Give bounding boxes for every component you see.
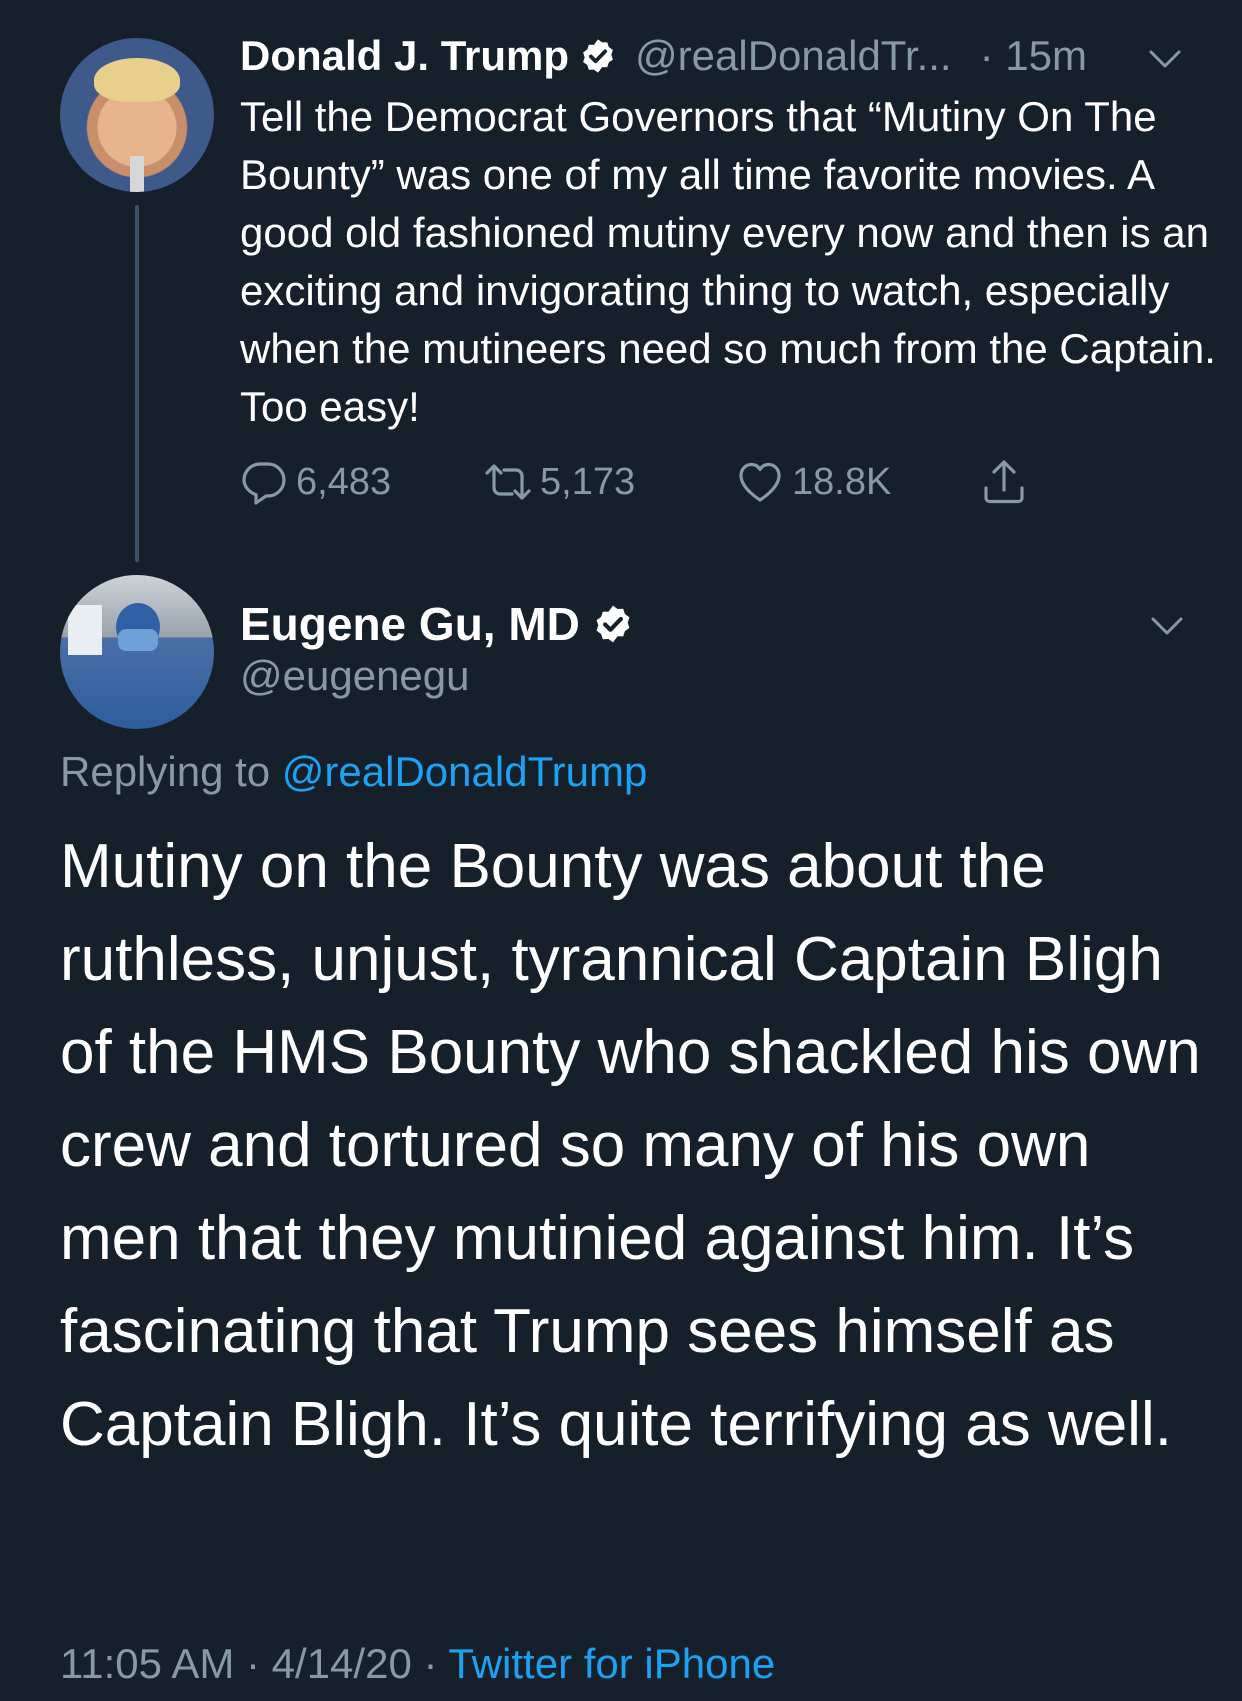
replying-to-label: Replying to — [60, 748, 282, 795]
verified-badge-icon — [583, 39, 613, 73]
avatar-trump[interactable] — [60, 38, 214, 192]
share-icon — [984, 460, 1024, 504]
tweet-date: 4/14/20 — [271, 1640, 412, 1687]
parent-handle[interactable]: @realDonaldTr... — [635, 32, 952, 80]
like-count: 18.8K — [792, 460, 892, 503]
chevron-down-icon[interactable] — [1150, 615, 1184, 637]
retweet-button[interactable]: 5,173 — [484, 456, 635, 508]
meta-separator: · — [234, 1640, 272, 1687]
parent-timestamp[interactable]: · 15m — [980, 32, 1087, 80]
reply-tweet-text: Mutiny on the Bounty was about the ruthl… — [60, 832, 1201, 1459]
reply-button[interactable]: 6,483 — [240, 456, 391, 508]
avatar-background-panel — [68, 605, 102, 655]
parent-tweet-text: Tell the Democrat Governors that “Mutiny… — [240, 93, 1216, 430]
like-button[interactable]: 18.8K — [736, 456, 891, 508]
reply-display-name[interactable]: Eugene Gu, MD — [240, 597, 580, 651]
meta-separator: · — [411, 1640, 449, 1687]
reply-handle[interactable]: @eugenegu — [240, 652, 470, 700]
avatar-surgical-mask — [118, 629, 158, 651]
avatar-eugene-gu[interactable] — [60, 575, 214, 729]
thread-connector-line — [135, 205, 139, 562]
tweet-source-link[interactable]: Twitter for iPhone — [448, 1640, 775, 1687]
chevron-down-icon[interactable] — [1148, 48, 1182, 70]
reply-icon — [242, 462, 286, 505]
replying-to-mention-link[interactable]: @realDonaldTrump — [282, 748, 648, 795]
replying-to-line: Replying to @realDonaldTrump — [60, 748, 647, 796]
avatar-hair — [94, 58, 180, 102]
reply-author-header: Eugene Gu, MD — [240, 594, 634, 654]
retweet-count: 5,173 — [540, 460, 636, 503]
avatar-shirt — [130, 156, 144, 192]
tweet-time: 11:05 AM — [60, 1640, 235, 1687]
reply-count: 6,483 — [296, 460, 392, 503]
share-button[interactable] — [980, 456, 1036, 508]
retweet-icon — [485, 464, 531, 500]
parent-display-name[interactable]: Donald J. Trump — [240, 32, 569, 80]
verified-badge-icon — [596, 605, 630, 643]
heart-icon — [739, 462, 781, 502]
parent-tweet-header: Donald J. Trump @realDonaldTr... · 15m — [240, 30, 1087, 82]
tweet-meta-line: 11:05 AM · 4/14/20 · Twitter for iPhone — [60, 1640, 775, 1696]
